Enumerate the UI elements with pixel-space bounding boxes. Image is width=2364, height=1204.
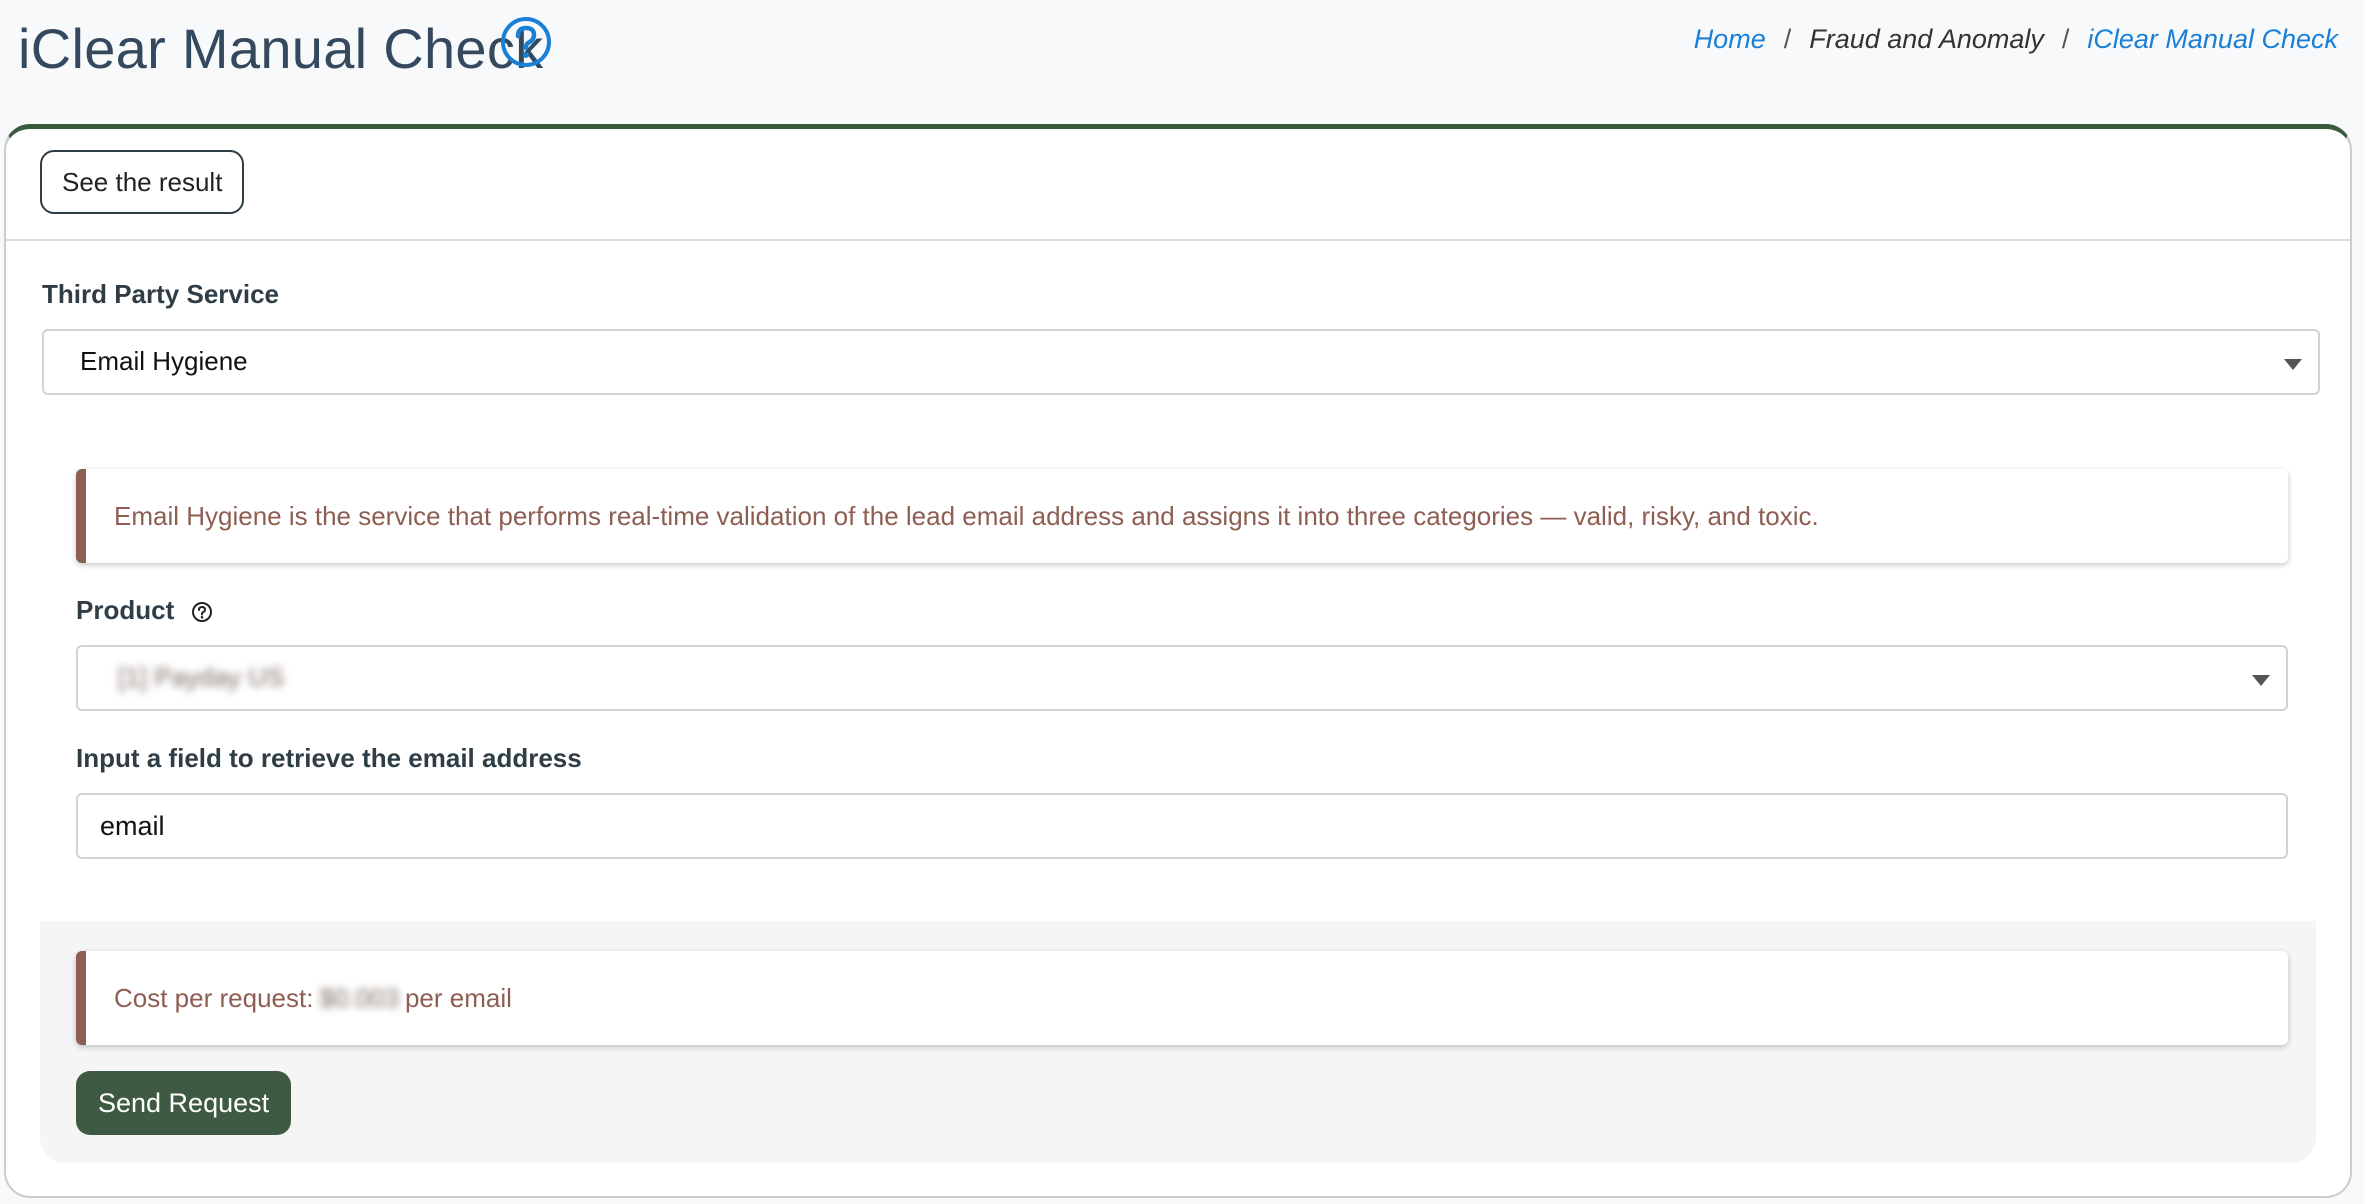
cost-amount: $0.003 [319, 982, 399, 1013]
third-party-service-label: Third Party Service [42, 279, 279, 309]
product-label: Product [76, 595, 213, 626]
cost-callout: Cost per request: $0.003 per email [76, 951, 2288, 1045]
question-circle-icon[interactable] [191, 601, 213, 623]
service-description-callout: Email Hygiene is the service that perfor… [76, 469, 2288, 563]
breadcrumb-home[interactable]: Home [1694, 24, 1766, 55]
page-title: iClear Manual Check [18, 17, 544, 80]
breadcrumb-current[interactable]: iClear Manual Check [2087, 24, 2338, 55]
breadcrumb: Home / Fraud and Anomaly / iClear Manual… [1694, 24, 2338, 55]
service-description: Email Hygiene is the service that perfor… [114, 500, 1819, 531]
email-field-label: Input a field to retrieve the email addr… [76, 743, 582, 773]
email-field-input[interactable]: email [76, 793, 2288, 859]
product-value: [1] Payday US [118, 662, 285, 692]
send-request-button[interactable]: Send Request [76, 1071, 292, 1135]
cost-prefix: Cost per request: [114, 982, 314, 1013]
product-select[interactable]: [1] Payday US [76, 645, 2288, 711]
caret-down-icon [2284, 359, 2302, 370]
page-header: iClear Manual Check Home / Fraud and Ano… [0, 0, 2364, 110]
cost-suffix: per email [404, 982, 512, 1013]
breadcrumb-section: Fraud and Anomaly [1809, 24, 2044, 54]
manual-check-card: See the result Third Party Service Email… [4, 124, 2352, 1198]
third-party-service-select[interactable]: Email Hygiene [42, 329, 2320, 395]
breadcrumb-separator: / [1783, 24, 1792, 54]
third-party-service-value: Email Hygiene [80, 346, 248, 376]
product-label-text: Product [76, 595, 175, 625]
see-result-button[interactable]: See the result [40, 150, 245, 214]
card-header: See the result [6, 129, 2350, 241]
caret-down-icon [2252, 675, 2270, 686]
question-circle-icon[interactable] [500, 16, 552, 68]
breadcrumb-separator: / [2061, 24, 2070, 54]
cost-panel: Cost per request: $0.003 per email Send … [40, 921, 2316, 1163]
